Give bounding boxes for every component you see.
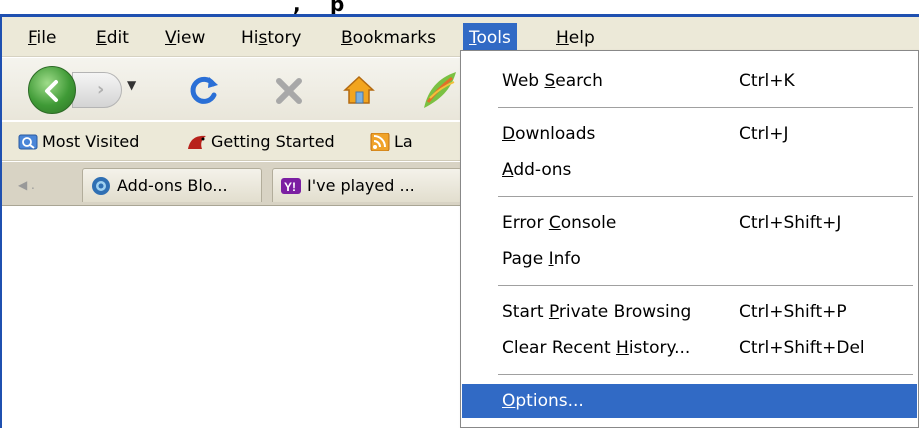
menu-item-add-ons[interactable]: Add-ons <box>462 153 917 187</box>
tab-bar: ◀ . Add-ons Blo... Y! I've played ... <box>2 162 462 206</box>
bookmark-most-visited[interactable]: Most Visited <box>42 131 139 153</box>
cropped-text-fragment: , <box>293 0 301 14</box>
getting-started-icon <box>188 135 206 149</box>
menu-item-shortcut: Ctrl+Shift+Del <box>739 338 865 358</box>
bookmarks-toolbar: Most Visited Getting Started La <box>2 121 462 161</box>
menu-history[interactable]: History <box>235 25 308 51</box>
menu-item-start-private-browsing[interactable]: Start Private Browsing Ctrl+Shift+P <box>462 295 917 329</box>
menu-item-shortcut: Ctrl+J <box>739 124 789 144</box>
forward-arrow-icon: › <box>97 79 105 100</box>
tab-label: I've played ... <box>307 176 415 195</box>
menu-separator <box>498 107 913 108</box>
menu-item-shortcut: Ctrl+Shift+P <box>739 302 847 322</box>
menu-separator <box>498 196 913 197</box>
navigation-toolbar: › ▼ <box>2 58 462 120</box>
menu-help[interactable]: Help <box>550 25 601 51</box>
menu-item-label: Options... <box>502 391 584 411</box>
menu-item-downloads[interactable]: Downloads Ctrl+J <box>462 117 917 151</box>
menu-item-clear-recent-history[interactable]: Clear Recent History... Ctrl+Shift+Del <box>462 331 917 365</box>
tab-yahoo[interactable]: Y! I've played ... <box>272 168 462 202</box>
history-dropdown-icon[interactable]: ▼ <box>127 78 141 98</box>
reload-icon[interactable] <box>187 73 221 107</box>
cropped-text-fragment: p <box>330 0 345 14</box>
menu-view[interactable]: View <box>159 25 211 51</box>
tab-addons-blog[interactable]: Add-ons Blo... <box>82 168 262 202</box>
stop-icon[interactable] <box>272 74 306 108</box>
most-visited-icon <box>18 134 38 150</box>
menu-bookmarks[interactable]: Bookmarks <box>335 25 442 51</box>
menu-item-label: Start Private Browsing <box>502 302 692 322</box>
tab-label: Add-ons Blo... <box>117 176 228 195</box>
menu-separator <box>498 374 913 375</box>
menu-file[interactable]: File <box>22 25 62 51</box>
tools-menu-dropdown: Web Search Ctrl+K Downloads Ctrl+J Add-o… <box>460 50 919 428</box>
rss-feed-icon <box>370 133 390 151</box>
menu-item-label: Web Search <box>502 71 603 91</box>
bookmark-getting-started[interactable]: Getting Started <box>211 131 335 153</box>
menu-item-label: Downloads <box>502 124 596 144</box>
menu-item-label: Page Info <box>502 249 581 269</box>
menu-item-page-info[interactable]: Page Info <box>462 242 917 276</box>
back-arrow-icon <box>45 80 58 102</box>
tab-scroll-left-icon[interactable]: ◀ . <box>12 170 52 200</box>
svg-text:Y!: Y! <box>284 180 296 194</box>
menu-separator <box>498 285 913 286</box>
top-cropped-text: , p <box>0 0 919 14</box>
menu-item-options[interactable]: Options... <box>462 384 917 418</box>
menu-item-error-console[interactable]: Error Console Ctrl+Shift+J <box>462 206 917 240</box>
addons-blog-icon <box>92 177 110 195</box>
menu-edit[interactable]: Edit <box>90 25 135 51</box>
menu-item-web-search[interactable]: Web Search Ctrl+K <box>462 64 917 98</box>
home-icon[interactable] <box>342 73 376 107</box>
menu-item-shortcut: Ctrl+K <box>739 71 795 91</box>
menu-item-label: Error Console <box>502 213 617 233</box>
forward-button[interactable]: › <box>72 72 122 108</box>
back-button[interactable] <box>28 66 76 114</box>
bookmark-latest-headlines[interactable]: La <box>394 131 413 153</box>
yahoo-icon: Y! <box>281 178 301 194</box>
addon-feather-icon[interactable] <box>416 68 460 112</box>
menu-item-label: Clear Recent History... <box>502 338 691 358</box>
menu-tools[interactable]: Tools <box>463 23 517 53</box>
menu-item-shortcut: Ctrl+Shift+J <box>739 213 842 233</box>
menu-item-label: Add-ons <box>502 160 572 180</box>
